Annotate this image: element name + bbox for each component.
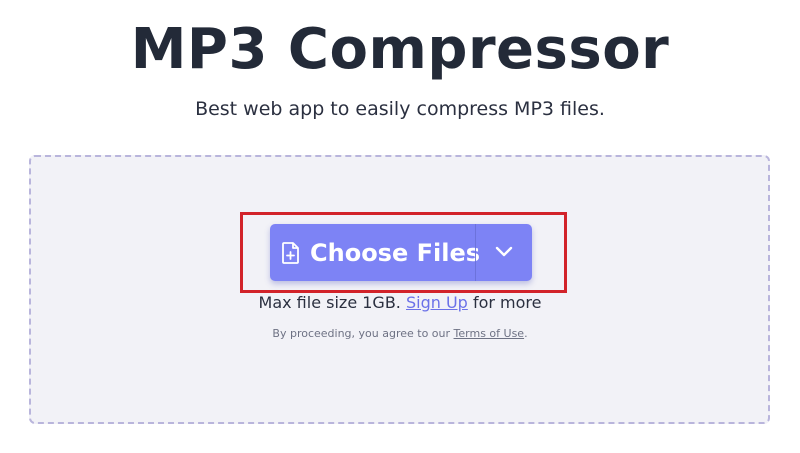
- page-title: MP3 Compressor: [130, 17, 670, 82]
- file-plus-icon: [282, 241, 300, 265]
- page: MP3 Compressor Best web app to easily co…: [0, 0, 800, 453]
- button-divider: [475, 224, 476, 281]
- choose-files-label: Choose Files: [310, 238, 481, 267]
- choose-files-button[interactable]: Choose Files: [270, 224, 480, 281]
- chevron-down-icon: [495, 243, 513, 262]
- signup-link[interactable]: Sign Up: [406, 293, 468, 312]
- choose-files-menu-button[interactable]: [476, 224, 532, 281]
- file-size-limit: Max file size 1GB. Sign Up for more: [0, 291, 800, 315]
- limit-suffix: for more: [472, 293, 542, 312]
- terms-of-use-link[interactable]: Terms of Use: [454, 327, 525, 340]
- page-subtitle: Best web app to easily compress MP3 file…: [195, 98, 605, 120]
- terms-prefix: By proceeding, you agree to our: [272, 327, 451, 340]
- limit-prefix: Max file size 1GB.: [258, 293, 401, 312]
- choose-files-button-group: Choose Files: [270, 224, 532, 281]
- terms-suffix: .: [524, 327, 528, 340]
- terms-notice: By proceeding, you agree to our Terms of…: [0, 326, 800, 342]
